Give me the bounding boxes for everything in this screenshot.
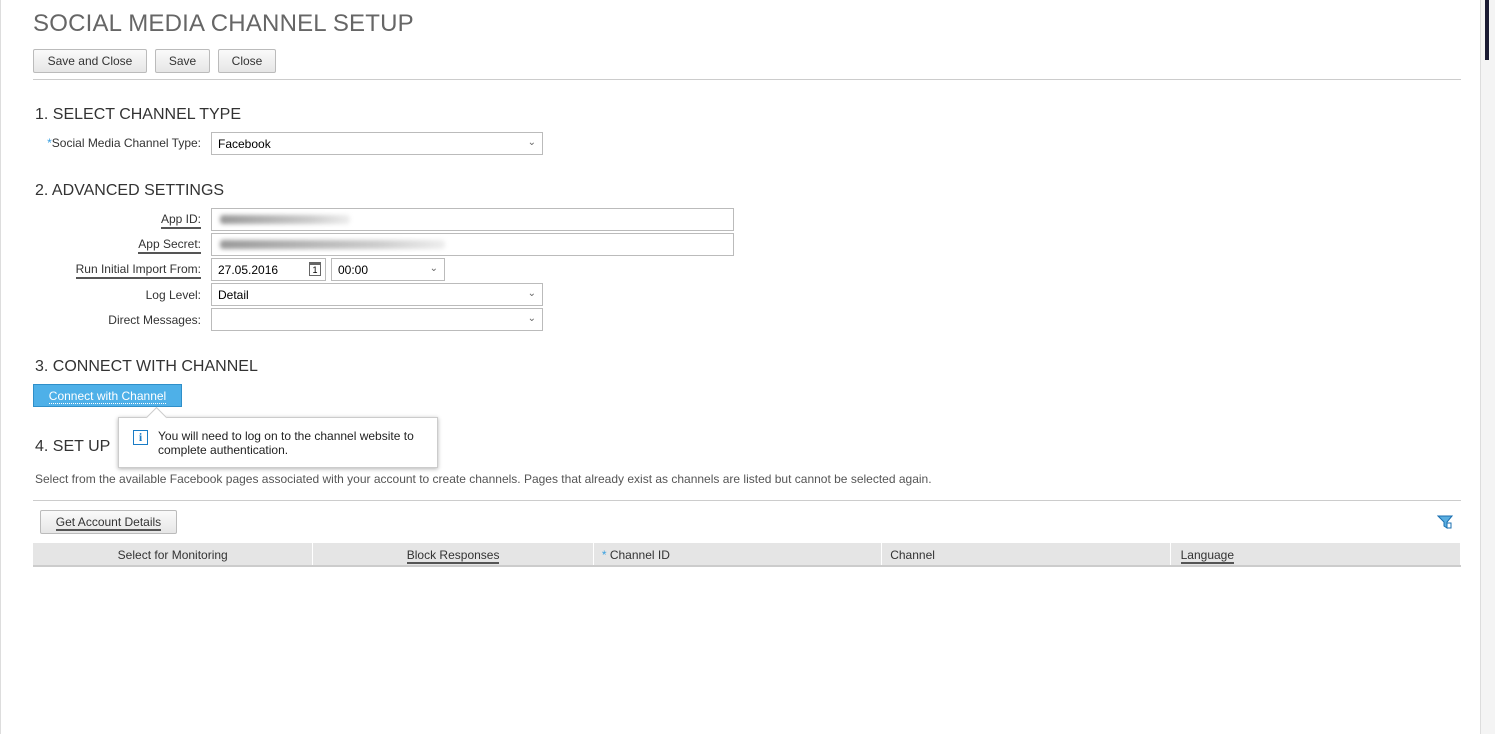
chevron-down-icon: ⌄ (527, 288, 536, 299)
info-icon: i (133, 430, 148, 445)
channel-setup-page: SOCIAL MEDIA CHANNEL SETUP Save and Clos… (0, 0, 1480, 734)
section-heading-connect: 3. CONNECT WITH CHANNEL (35, 358, 258, 375)
info-tooltip: i You will need to log on to the channel… (118, 417, 438, 468)
column-channel[interactable]: Channel (882, 543, 1171, 565)
column-select-for-monitoring[interactable]: Select for Monitoring (33, 543, 314, 565)
section-heading-setup: 4. SET UP (35, 438, 111, 455)
app-id-label: App ID: (31, 212, 201, 229)
obscured-value (220, 240, 445, 249)
divider (33, 79, 1461, 80)
chevron-down-icon: ⌄ (429, 263, 438, 274)
divider (33, 500, 1461, 501)
calendar-icon[interactable]: 1 (309, 262, 321, 276)
get-account-details-button[interactable]: Get Account Details (40, 510, 177, 534)
channel-type-select[interactable]: Facebook ⌄ (211, 132, 543, 155)
import-time-value: 00:00 (338, 263, 369, 277)
import-time-select[interactable]: 00:00 ⌄ (331, 258, 445, 281)
section-heading-advanced: 2. ADVANCED SETTINGS (35, 182, 225, 199)
setup-description: Select from the available Facebook pages… (35, 472, 932, 486)
column-block-responses[interactable]: Block Responses (313, 543, 594, 565)
chevron-down-icon: ⌄ (527, 137, 536, 148)
scrollbar-thumb[interactable] (1485, 0, 1489, 60)
obscured-value (220, 215, 350, 224)
chevron-down-icon: ⌄ (527, 313, 536, 324)
import-from-label: Run Initial Import From: (31, 262, 201, 279)
filter-icon[interactable] (1437, 514, 1453, 530)
log-level-select[interactable]: Detail ⌄ (211, 283, 543, 306)
app-id-input[interactable] (211, 208, 734, 231)
section-heading-channel-type: 1. SELECT CHANNEL TYPE (35, 106, 241, 123)
page-title: SOCIAL MEDIA CHANNEL SETUP (33, 10, 414, 37)
tooltip-text: You will need to log on to the channel w… (158, 429, 414, 457)
log-level-label: Log Level: (145, 288, 201, 302)
save-button[interactable]: Save (155, 49, 210, 73)
close-button[interactable]: Close (218, 49, 276, 73)
app-secret-input[interactable] (211, 233, 734, 256)
direct-messages-select[interactable]: ⌄ (211, 308, 543, 331)
log-level-value: Detail (218, 288, 249, 302)
column-language[interactable]: Language (1171, 543, 1462, 565)
direct-messages-label: Direct Messages: (108, 313, 201, 327)
channel-type-label: *Social Media Channel Type: (47, 136, 201, 150)
import-date-value: 27.05.2016 (218, 263, 279, 277)
app-secret-label: App Secret: (31, 237, 201, 254)
connect-with-channel-button[interactable]: Connect with Channel (33, 384, 182, 407)
channels-table-header: Select for Monitoring Block Responses * … (33, 543, 1462, 567)
import-date-input[interactable]: 27.05.2016 1 (211, 258, 326, 281)
column-channel-id[interactable]: * Channel ID (594, 543, 883, 565)
channel-type-value: Facebook (218, 137, 271, 151)
vertical-scrollbar[interactable] (1480, 0, 1495, 734)
save-and-close-button[interactable]: Save and Close (33, 49, 147, 73)
